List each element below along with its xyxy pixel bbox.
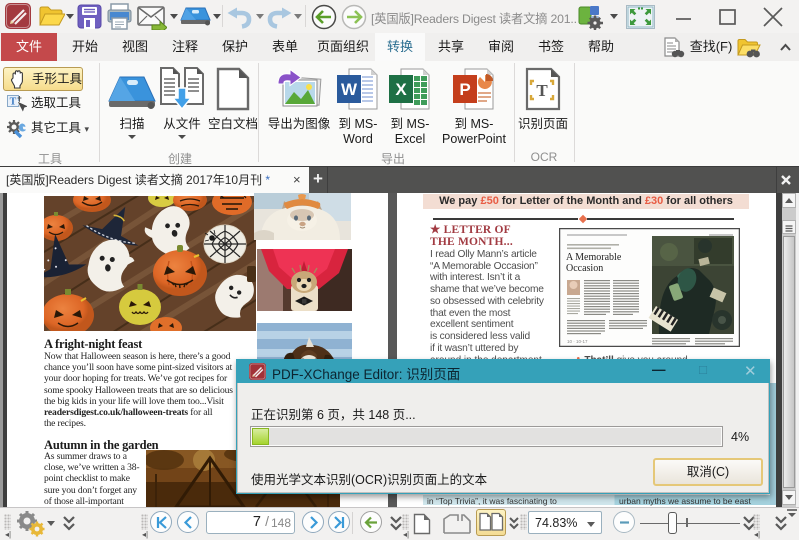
svg-text:T: T xyxy=(10,97,17,108)
svg-text:A Memorable: A Memorable xyxy=(566,252,622,263)
svg-text:P: P xyxy=(459,80,470,99)
svg-text:Occasion: Occasion xyxy=(566,263,603,274)
svg-text:T: T xyxy=(536,81,548,100)
svg-text:X: X xyxy=(395,80,407,99)
svg-text:W: W xyxy=(341,80,358,99)
svg-text:10 · 10-17: 10 · 10-17 xyxy=(567,339,588,344)
